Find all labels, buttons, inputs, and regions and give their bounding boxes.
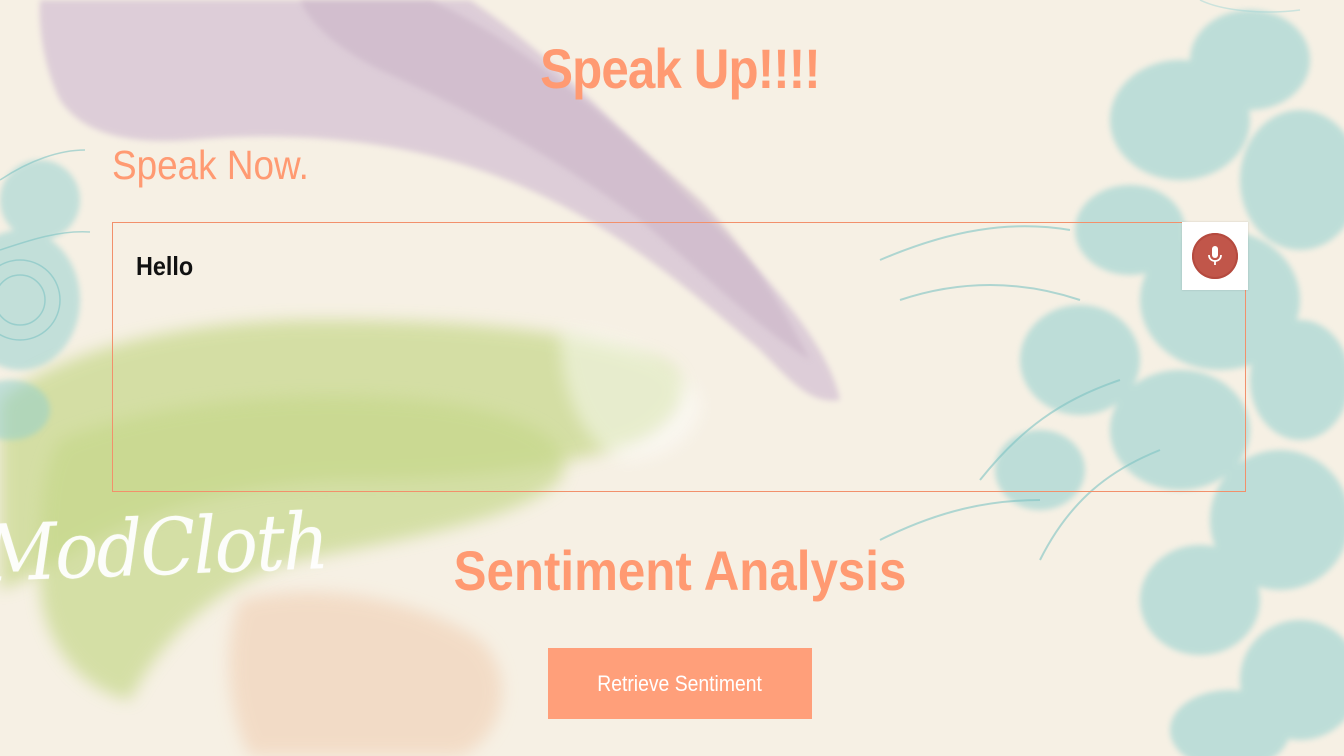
- speech-transcript-text: Hello: [136, 251, 194, 281]
- retrieve-sentiment-button[interactable]: Retrieve Sentiment: [548, 648, 812, 719]
- retrieve-sentiment-label: Retrieve Sentiment: [597, 670, 763, 696]
- speech-transcript-area[interactable]: Hello: [112, 222, 1246, 492]
- mic-circle: [1192, 233, 1238, 279]
- speak-now-label: Speak Now.: [112, 142, 309, 188]
- microphone-icon: [1208, 246, 1222, 265]
- sentiment-analysis-title: Sentiment Analysis: [453, 539, 907, 602]
- page-title: Speak Up!!!!: [540, 37, 821, 100]
- microphone-button[interactable]: [1182, 222, 1248, 290]
